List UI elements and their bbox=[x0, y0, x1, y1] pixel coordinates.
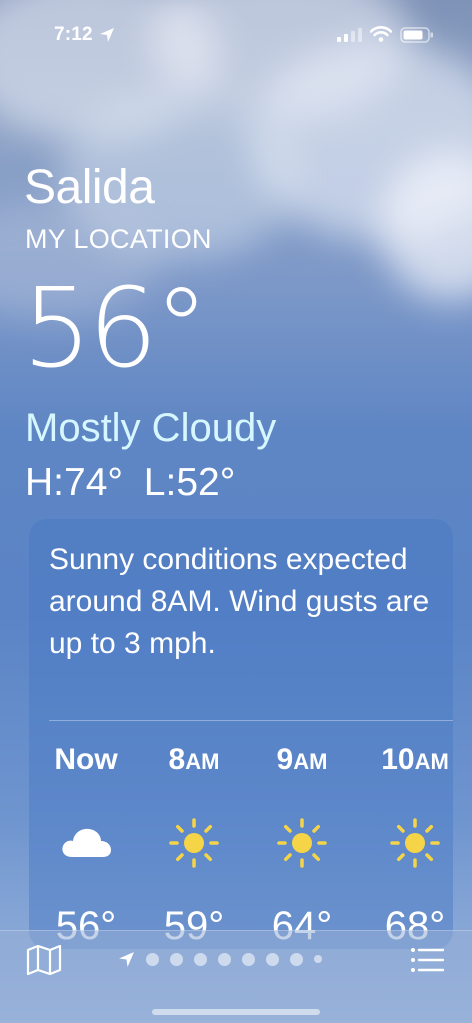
card-divider bbox=[49, 720, 453, 721]
page-dot[interactable] bbox=[146, 952, 159, 966]
page-dot[interactable] bbox=[266, 952, 279, 966]
cloud-icon bbox=[62, 828, 111, 857]
sun-icon bbox=[390, 818, 440, 868]
hour-item[interactable]: Now 56° bbox=[36, 739, 136, 949]
high-low-temperatures: H:74° L:52° bbox=[25, 461, 236, 504]
page-dot[interactable] bbox=[194, 952, 207, 966]
location-subtitle: MY LOCATION bbox=[25, 224, 212, 254]
hour-label: 10AM bbox=[381, 743, 449, 776]
wifi-icon bbox=[370, 26, 392, 42]
hour-label: 9AM bbox=[276, 743, 328, 776]
condition-text: Mostly Cloudy bbox=[25, 406, 277, 450]
location-arrow-icon bbox=[100, 28, 114, 42]
forecast-summary: Sunny conditions expected around 8AM. Wi… bbox=[49, 543, 430, 660]
hour-item[interactable]: 10AM 68° bbox=[365, 739, 453, 949]
status-time: 7:12 bbox=[54, 24, 93, 45]
hourly-forecast-card[interactable]: Sunny conditions expected around 8AM. Wi… bbox=[29, 519, 453, 949]
sun-icon bbox=[277, 818, 327, 868]
current-location-page-icon[interactable] bbox=[118, 951, 135, 968]
map-icon[interactable] bbox=[26, 945, 62, 975]
cellular-signal-icon bbox=[337, 28, 362, 42]
hour-item[interactable]: 8AM 59° bbox=[144, 739, 244, 949]
page-dot[interactable] bbox=[290, 952, 303, 966]
city-name: Salida bbox=[24, 161, 155, 214]
page-dot[interactable] bbox=[218, 952, 231, 966]
page-indicator[interactable] bbox=[118, 947, 322, 971]
page-dot[interactable] bbox=[314, 955, 322, 963]
hour-item[interactable]: 9AM 64° bbox=[252, 739, 352, 949]
hourly-forecast-row[interactable]: Now 56° 8AM 59° 9AM 64° 10AM 68° bbox=[29, 739, 453, 949]
hour-label: 8AM bbox=[168, 743, 220, 776]
bottom-toolbar bbox=[0, 930, 472, 1023]
status-bar: 7:12 bbox=[0, 0, 472, 70]
page-dot[interactable] bbox=[170, 952, 183, 966]
home-indicator[interactable] bbox=[152, 1009, 320, 1015]
current-temperature: 56° bbox=[22, 264, 209, 392]
page-dot[interactable] bbox=[242, 952, 255, 966]
list-icon[interactable] bbox=[410, 946, 444, 974]
sun-icon bbox=[169, 818, 219, 868]
hour-label: Now bbox=[54, 743, 118, 776]
battery-icon bbox=[400, 27, 433, 43]
